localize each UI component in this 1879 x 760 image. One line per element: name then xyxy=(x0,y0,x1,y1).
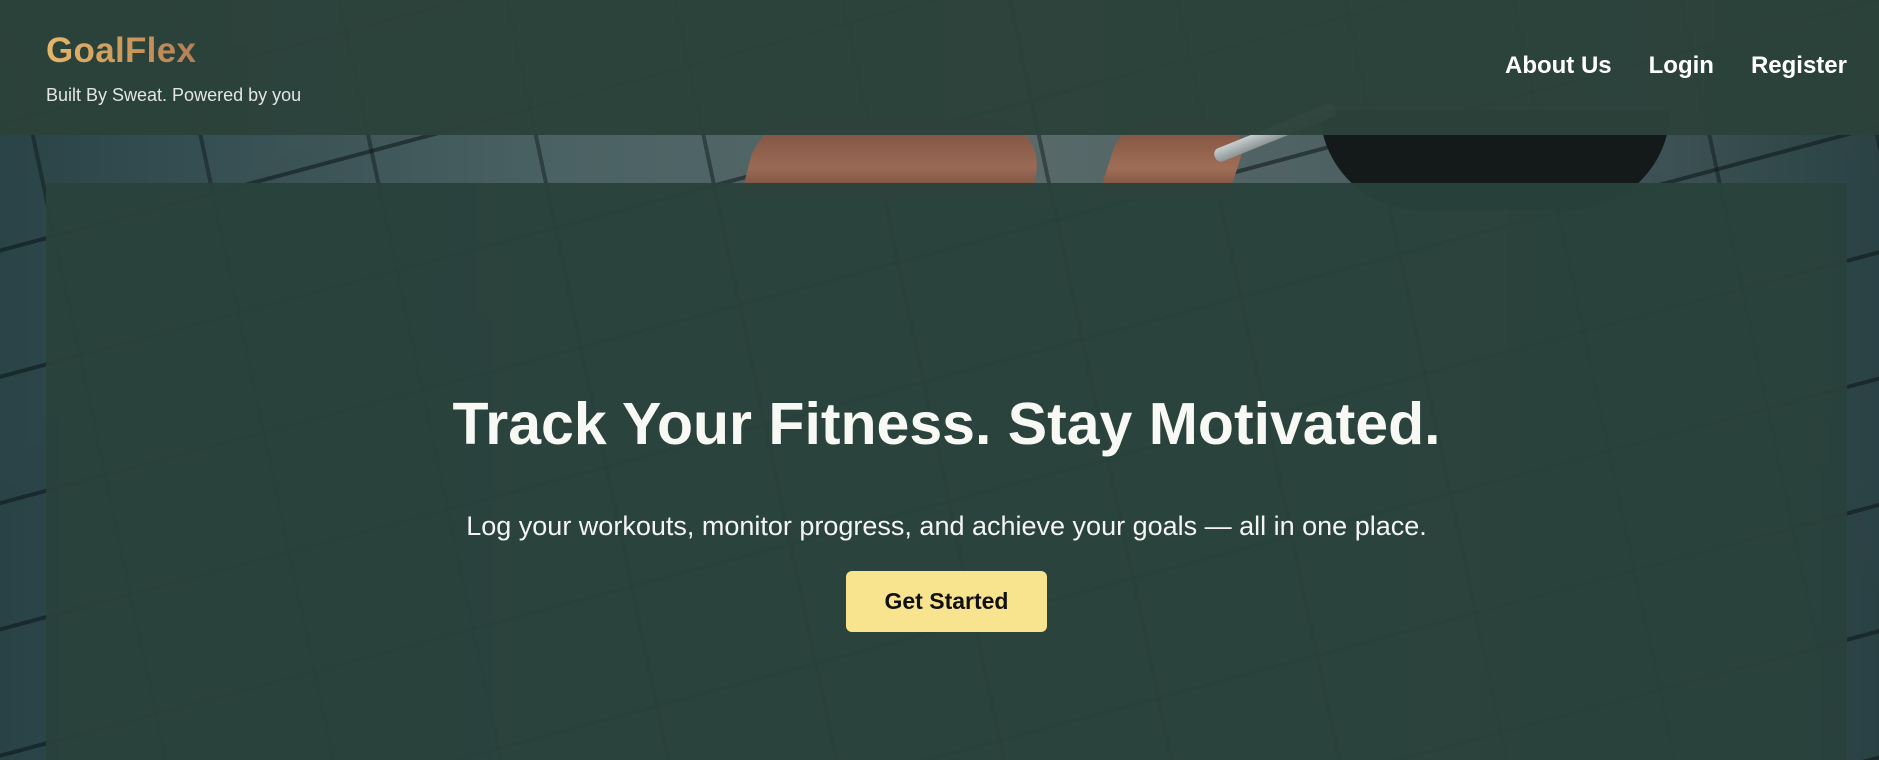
get-started-button[interactable]: Get Started xyxy=(846,571,1047,632)
hero-heading: Track Your Fitness. Stay Motivated. xyxy=(452,391,1441,457)
nav-register-link[interactable]: Register xyxy=(1751,50,1847,82)
landing-page: GoalFlex Built By Sweat. Powered by you … xyxy=(0,0,1879,760)
site-header: GoalFlex Built By Sweat. Powered by you … xyxy=(0,0,1879,135)
hero-subheading: Log your workouts, monitor progress, and… xyxy=(466,511,1427,541)
nav-login-link[interactable]: Login xyxy=(1649,50,1714,82)
brand-logo[interactable]: GoalFlex xyxy=(46,30,196,72)
nav-about-us-link[interactable]: About Us xyxy=(1505,50,1612,82)
hero-panel: Track Your Fitness. Stay Motivated. Log … xyxy=(46,183,1847,760)
main-nav: About Us Login Register xyxy=(1505,50,1847,82)
brand-tagline: Built By Sweat. Powered by you xyxy=(46,85,302,105)
